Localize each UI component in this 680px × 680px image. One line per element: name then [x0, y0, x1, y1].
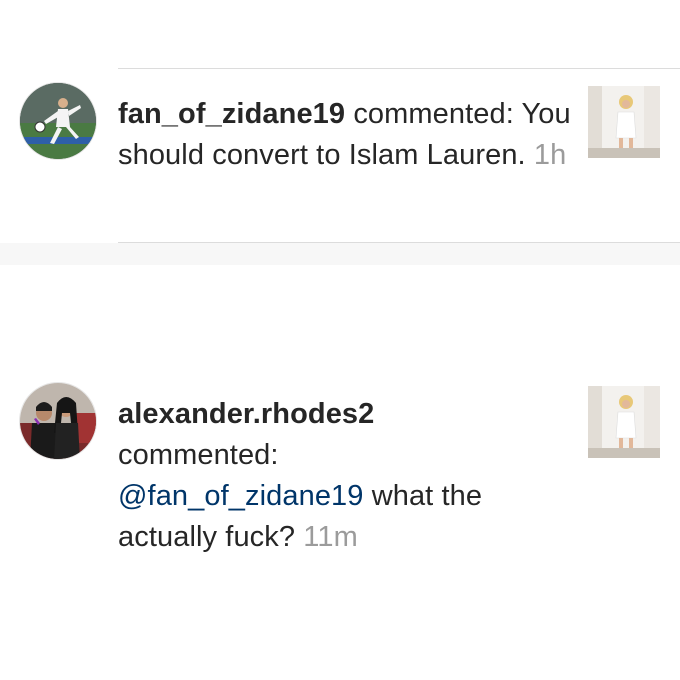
timestamp: 1h	[533, 139, 567, 171]
action-text: commented:	[118, 439, 279, 471]
soccer-player-avatar-icon	[20, 83, 96, 159]
user-avatar[interactable]	[19, 382, 97, 460]
post-thumbnail-photo-icon	[588, 86, 660, 158]
action-text: commented:	[353, 98, 514, 130]
post-thumbnail[interactable]	[588, 386, 660, 458]
username-link[interactable]: alexander.rhodes2	[118, 398, 374, 430]
notifications-screen: fan_of_zidane19 commented: You should co…	[0, 0, 680, 680]
two-people-avatar-icon	[20, 383, 96, 459]
user-avatar[interactable]	[19, 82, 97, 160]
mention-link[interactable]: @fan_of_zidane19	[118, 480, 364, 512]
section-gap	[0, 243, 680, 265]
username-link[interactable]: fan_of_zidane19	[118, 98, 345, 130]
notification-text: alexander.rhodes2 commented: @fan_of_zid…	[118, 394, 578, 558]
post-thumbnail-photo-icon	[588, 386, 660, 458]
timestamp: 11m	[303, 521, 358, 553]
notification-text: fan_of_zidane19 commented: You should co…	[118, 94, 578, 176]
post-thumbnail[interactable]	[588, 86, 660, 158]
top-divider	[118, 68, 680, 69]
